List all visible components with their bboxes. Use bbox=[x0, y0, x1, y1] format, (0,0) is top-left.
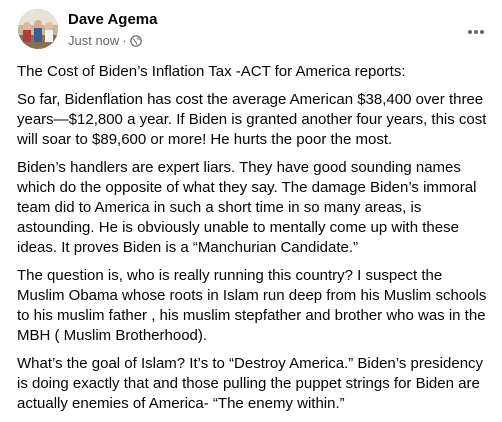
post-timestamp[interactable]: Just now bbox=[68, 33, 119, 49]
meta-separator: · bbox=[122, 33, 127, 48]
avatar-photo bbox=[18, 9, 58, 49]
post-paragraph: The Cost of Biden’s Inflation Tax -ACT f… bbox=[17, 63, 406, 80]
author-name[interactable]: Dave Agema bbox=[68, 11, 158, 29]
author-avatar[interactable] bbox=[18, 9, 58, 49]
more-options-icon bbox=[468, 30, 484, 34]
post-paragraph: The question is, who is really running t… bbox=[17, 267, 487, 344]
more-options-button[interactable] bbox=[462, 22, 490, 42]
facebook-post: Dave Agema Just now · The Cost of Biden’… bbox=[0, 0, 502, 417]
post-header: Dave Agema Just now · bbox=[0, 0, 502, 60]
post-paragraph: So far, Bidenflation has cost the averag… bbox=[17, 91, 487, 148]
post-body: The Cost of Biden’s Inflation Tax -ACT f… bbox=[17, 62, 491, 422]
post-paragraph: What’s the goal of Islam? It’s to “Destr… bbox=[17, 355, 484, 412]
post-meta: Just now · bbox=[68, 33, 142, 49]
post-paragraph: Biden’s handlers are expert liars. They … bbox=[17, 159, 477, 256]
globe-icon[interactable] bbox=[129, 35, 142, 47]
